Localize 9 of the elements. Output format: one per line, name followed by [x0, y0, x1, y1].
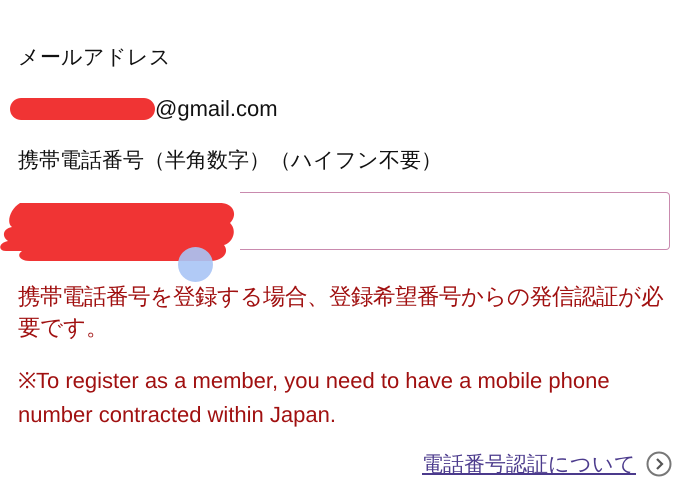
help-link[interactable]: 電話番号認証について	[422, 450, 636, 478]
field-label: メールアドレス	[18, 44, 172, 71]
field-label: 携帯電話番号（半角数字）（ハイフン不要）	[18, 147, 443, 174]
touch-indicator	[178, 247, 213, 282]
chevron-right-icon	[646, 451, 672, 477]
notice-text: 携帯電話番号を登録する場合、登録希望番号からの発信認証が必要です。	[18, 283, 664, 343]
email-text: @gmail.com	[155, 95, 278, 123]
notice-text: ※To register as a member, you need to have a mobile phone number contracted within Japan.	[18, 367, 611, 429]
input-field[interactable]	[240, 192, 670, 250]
